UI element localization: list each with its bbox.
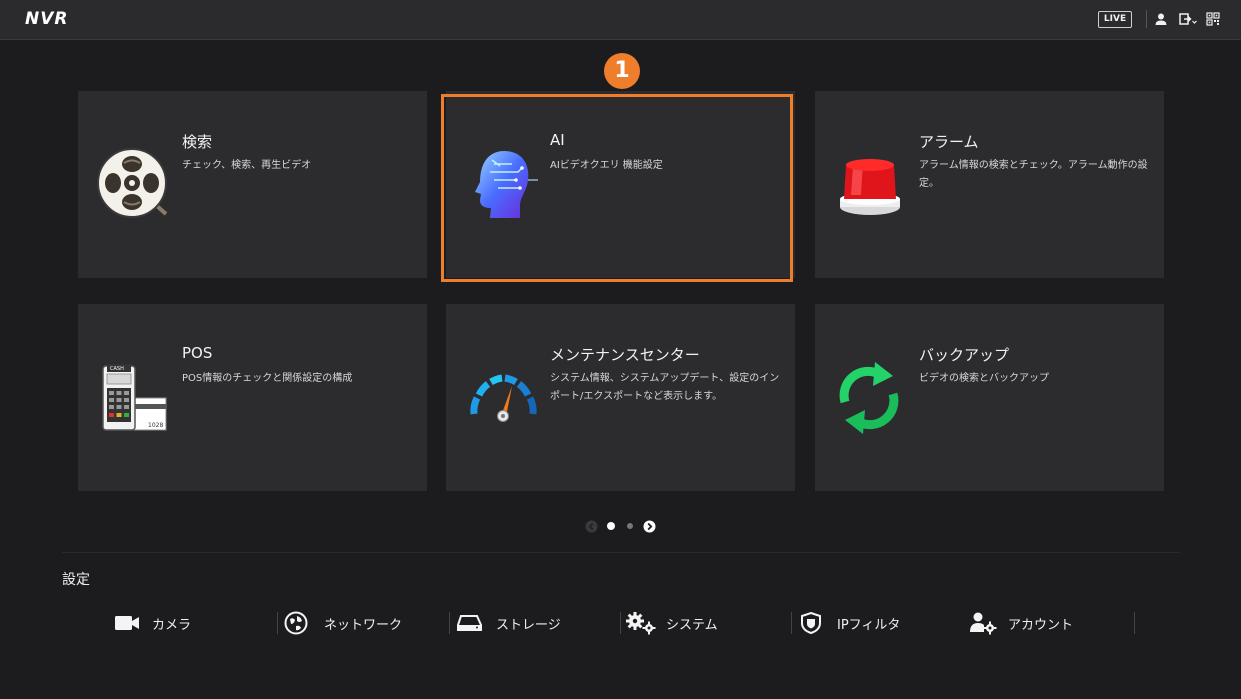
tile-search[interactable]: 検索 チェック、検索、再生ビデオ (78, 91, 427, 278)
sync-arrows-icon (839, 362, 899, 434)
gears-icon (626, 612, 656, 635)
pos-screen-text: CASH (110, 366, 124, 372)
settings-separator (620, 612, 621, 634)
tile-description: ビデオの検索とバックアップ (919, 373, 1049, 384)
tile-description: システム情報、システムアップデート、設定のインポート/エクスポートなど表示します… (550, 373, 780, 402)
tile-ai[interactable]: AI AIビデオクエリ 機能設定 (446, 91, 795, 278)
live-button[interactable]: LIVE (1098, 11, 1132, 28)
settings-item-ip-filter[interactable]: IPフィルタ (800, 606, 960, 640)
tile-description: POS情報のチェックと関係設定の構成 (182, 373, 353, 384)
next-page-icon[interactable] (643, 520, 656, 533)
settings-divider (62, 552, 1180, 553)
tile-pos[interactable]: 1028 CASH POS POS情報のチェックと関係設定の構成 (78, 304, 427, 491)
settings-item-label: システム (666, 618, 718, 633)
nvr-logo: NVR (25, 9, 69, 29)
settings-item-account[interactable]: アカウント (969, 606, 1129, 640)
qr-code-icon[interactable] (1206, 12, 1220, 26)
tile-title: 検索 (182, 133, 213, 151)
ai-head-icon (475, 151, 538, 218)
tile-description: チェック、検索、再生ビデオ (182, 160, 312, 171)
user-icon[interactable] (1154, 12, 1168, 26)
settings-separator (1134, 612, 1135, 634)
page-dot-1[interactable] (607, 522, 615, 530)
tile-description: AIビデオクエリ 機能設定 (550, 160, 663, 171)
film-reel-search-icon (97, 148, 168, 218)
settings-item-label: アカウント (1008, 618, 1074, 633)
settings-item-camera[interactable]: カメラ (112, 606, 272, 640)
prev-page-icon[interactable] (585, 520, 598, 533)
storage-drive-icon (457, 615, 482, 631)
logout-icon[interactable] (1179, 12, 1197, 26)
settings-item-network[interactable]: ネットワーク (284, 606, 444, 640)
tile-title: POS (182, 344, 213, 362)
settings-item-storage[interactable]: ストレージ (456, 606, 616, 640)
camera-icon (115, 616, 139, 630)
settings-item-system[interactable]: システム (625, 606, 785, 640)
settings-row: カメラ ネットワーク ストレージ システム IPフィルタ アカウント (62, 606, 1180, 640)
settings-separator (449, 612, 450, 634)
settings-item-label: カメラ (152, 618, 192, 633)
gauge-icon (470, 374, 537, 422)
header-divider (1146, 10, 1147, 28)
top-bar: NVR LIVE (0, 0, 1241, 40)
shield-icon (801, 612, 821, 634)
pos-terminal-icon: 1028 CASH (102, 364, 167, 431)
page-dot-2[interactable] (627, 523, 633, 529)
tile-title: メンテナンスセンター (550, 346, 700, 364)
settings-separator (277, 612, 278, 634)
tile-description: アラーム情報の検索とチェック。アラーム動作の設定。 (919, 160, 1148, 189)
tile-backup[interactable]: バックアップ ビデオの検索とバックアップ (815, 304, 1164, 491)
tile-alarm[interactable]: アラーム アラーム情報の検索とチェック。アラーム動作の設定。 (815, 91, 1164, 278)
tile-title: バックアップ (919, 346, 1010, 364)
settings-title: 設定 (62, 572, 90, 588)
alarm-siren-icon (840, 159, 900, 215)
pos-card-number: 1028 (148, 422, 163, 429)
settings-separator (791, 612, 792, 634)
settings-item-label: IPフィルタ (837, 618, 901, 633)
settings-item-label: ネットワーク (324, 618, 403, 633)
network-globe-icon (284, 611, 308, 635)
tile-maintenance-center[interactable]: メンテナンスセンター システム情報、システムアップデート、設定のインポート/エク… (446, 304, 795, 491)
tile-title: AI (550, 131, 565, 149)
tile-title: アラーム (919, 133, 979, 151)
account-gear-icon (970, 612, 997, 635)
step-marker: 1 (604, 53, 640, 89)
settings-item-label: ストレージ (496, 618, 561, 633)
